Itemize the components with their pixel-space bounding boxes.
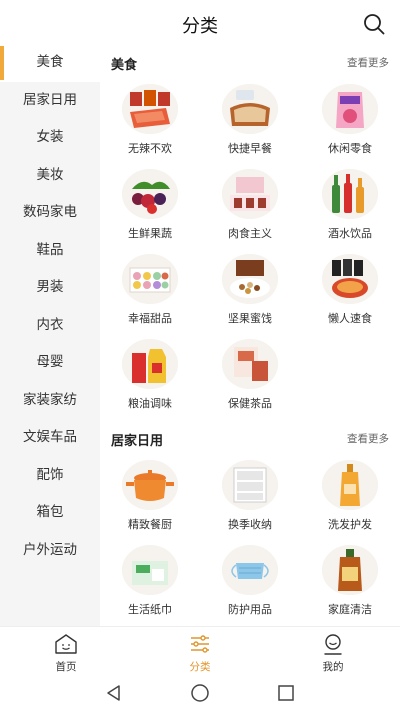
category-content: 美食 查看更多 无辣不欢 快捷早餐 休闲零食 生鲜果蔬 肉食主义 酒水饮品 幸福… — [100, 44, 400, 626]
subcategory-item[interactable]: 酒水饮品 — [300, 165, 400, 250]
see-more-link[interactable]: 查看更多 — [347, 55, 389, 70]
recents-icon[interactable] — [276, 683, 296, 703]
subcategory-item[interactable]: 换季收纳 — [200, 456, 300, 541]
subcategory-label: 肉食主义 — [228, 227, 272, 240]
sidebar-item-household[interactable]: 居家日用 — [0, 82, 100, 120]
subcategory-grid: 无辣不欢 快捷早餐 休闲零食 生鲜果蔬 肉食主义 酒水饮品 幸福甜品 坚果蜜饯 … — [100, 80, 400, 420]
subcategory-item[interactable]: 休闲零食 — [300, 80, 400, 165]
fresh-fruit-image — [122, 169, 178, 219]
subcategory-item[interactable]: 肉食主义 — [200, 165, 300, 250]
subcategory-item[interactable]: 保健茶品 — [200, 335, 300, 420]
search-icon[interactable] — [362, 12, 386, 36]
subcategory-item[interactable]: 洗发护发 — [300, 456, 400, 541]
subcategory-item[interactable]: 无辣不欢 — [100, 80, 200, 165]
subcategory-item[interactable]: 生鲜果蔬 — [100, 165, 200, 250]
back-icon[interactable] — [104, 683, 124, 703]
sidebar-item-accessories[interactable]: 配饰 — [0, 457, 100, 495]
macaron-box-image — [122, 254, 178, 304]
subcategory-label: 坚果蜜饯 — [228, 312, 272, 325]
subcategory-label: 生活纸巾 — [128, 603, 172, 616]
subcategory-label: 保健茶品 — [228, 397, 272, 410]
subcategory-label: 无辣不欢 — [128, 142, 172, 155]
sidebar-item-mother-baby[interactable]: 母婴 — [0, 344, 100, 382]
sidebar-item-home-textiles[interactable]: 家装家纺 — [0, 382, 100, 420]
sidebar-item-womens-wear[interactable]: 女装 — [0, 119, 100, 157]
breakfast-bread-image — [222, 84, 278, 134]
shampoo-bottle-image — [322, 460, 378, 510]
category-sidebar: 美食 居家日用 女装 美妆 数码家电 鞋品 男装 内衣 母婴 家装家纺 文娱车品… — [0, 44, 100, 626]
subcategory-label: 家庭清洁 — [328, 603, 372, 616]
cookware-pot-image — [122, 460, 178, 510]
tab-label: 首页 — [55, 661, 77, 673]
category-icon — [191, 635, 209, 653]
section-title: 美食 — [111, 58, 138, 73]
system-nav-bar — [0, 676, 400, 711]
drinks-bottles-image — [322, 169, 378, 219]
subcategory-label: 酒水饮品 — [328, 227, 372, 240]
top-bar: 分类 — [0, 0, 400, 48]
subcategory-label: 换季收纳 — [228, 518, 272, 531]
sidebar-item-underwear[interactable]: 内衣 — [0, 307, 100, 345]
section-header: 居家日用 查看更多 — [100, 420, 400, 456]
subcategory-label: 懒人速食 — [328, 312, 372, 325]
sidebar-item-bags[interactable]: 箱包 — [0, 494, 100, 532]
sidebar-item-electronics[interactable]: 数码家电 — [0, 194, 100, 232]
subcategory-item[interactable]: 粮油调味 — [100, 335, 200, 420]
sidebar-item-shoes[interactable]: 鞋品 — [0, 232, 100, 270]
subcategory-label: 休闲零食 — [328, 142, 372, 155]
sidebar-item-food[interactable]: 美食 — [0, 44, 100, 82]
instant-food-image — [322, 254, 378, 304]
subcategory-label: 快捷早餐 — [228, 142, 272, 155]
subcategory-item[interactable]: 坚果蜜饯 — [200, 250, 300, 335]
tab-category[interactable]: 分类 — [160, 627, 240, 677]
subcategory-item[interactable]: 懒人速食 — [300, 250, 400, 335]
subcategory-label: 幸福甜品 — [128, 312, 172, 325]
tea-gift-image — [222, 339, 278, 389]
profile-icon — [324, 634, 342, 655]
sidebar-item-mens-wear[interactable]: 男装 — [0, 269, 100, 307]
storage-box-image — [222, 460, 278, 510]
home-circle-icon[interactable] — [190, 683, 210, 703]
home-icon — [55, 634, 77, 654]
cooking-oil-image — [122, 339, 178, 389]
tab-home[interactable]: 首页 — [26, 627, 106, 677]
tab-label: 我的 — [322, 661, 344, 673]
subcategory-item[interactable]: 幸福甜品 — [100, 250, 200, 335]
tab-label: 分类 — [189, 661, 211, 673]
subcategory-item[interactable]: 防护用品 — [200, 541, 300, 626]
subcategory-label: 精致餐厨 — [128, 518, 172, 531]
subcategory-item[interactable]: 家庭清洁 — [300, 541, 400, 626]
section-title: 居家日用 — [111, 434, 164, 449]
sidebar-item-outdoor-sports[interactable]: 户外运动 — [0, 532, 100, 570]
tissue-pack-image — [122, 545, 178, 595]
meat-box-image — [222, 169, 278, 219]
page-title: 分类 — [182, 16, 218, 37]
subcategory-label: 粮油调味 — [128, 397, 172, 410]
subcategory-grid: 精致餐厨 换季收纳 洗发护发 生活纸巾 防护用品 家庭清洁 — [100, 456, 400, 626]
face-mask-image — [222, 545, 278, 595]
subcategory-item[interactable]: 生活纸巾 — [100, 541, 200, 626]
sidebar-item-beauty[interactable]: 美妆 — [0, 157, 100, 195]
spicy-snacks-image — [122, 84, 178, 134]
subcategory-item[interactable]: 快捷早餐 — [200, 80, 300, 165]
snack-bag-image — [322, 84, 378, 134]
bottom-tab-bar: 首页 分类 我的 — [0, 626, 400, 676]
see-more-link[interactable]: 查看更多 — [347, 431, 389, 446]
cleaner-bottle-image — [322, 545, 378, 595]
subcategory-label: 洗发护发 — [328, 518, 372, 531]
nuts-gift-image — [222, 254, 278, 304]
tab-profile[interactable]: 我的 — [293, 627, 373, 677]
section-header: 美食 查看更多 — [100, 44, 400, 80]
subcategory-item[interactable]: 精致餐厨 — [100, 456, 200, 541]
subcategory-label: 生鲜果蔬 — [128, 227, 172, 240]
sidebar-item-entertainment-auto[interactable]: 文娱车品 — [0, 419, 100, 457]
subcategory-label: 防护用品 — [228, 603, 272, 616]
